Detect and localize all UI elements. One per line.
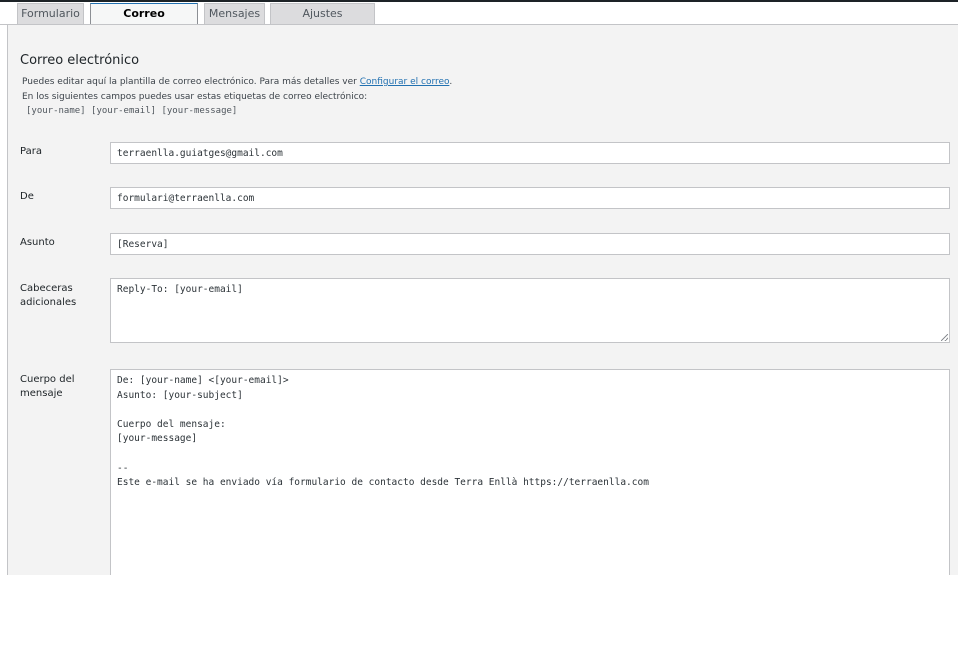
configure-mail-link[interactable]: Configurar el correo — [360, 77, 450, 87]
headers-wrapper: Reply-To: [your-email] — [110, 278, 950, 343]
subject-field[interactable] — [110, 233, 950, 255]
description-suffix: . — [449, 77, 453, 87]
body-textarea[interactable]: De: [your-name] <[your-email]> Asunto: [… — [110, 369, 950, 575]
headers-label: Cabeceras adicionales — [20, 283, 77, 308]
mail-tags: [your-name] [your-email] [your-message] — [26, 106, 238, 116]
resize-handle-icon[interactable] — [941, 334, 948, 341]
to-label: Para — [20, 146, 42, 157]
subject-label: Asunto — [20, 237, 55, 248]
tab-correo-electronico[interactable]: Correo electrónico — [90, 3, 198, 40]
tab-formulario[interactable]: Formulario — [17, 3, 84, 25]
to-field[interactable] — [110, 142, 950, 164]
tab-mensajes[interactable]: Mensajes — [204, 3, 265, 25]
mail-description: Puedes editar aquí la plantilla de corre… — [22, 77, 452, 87]
from-field[interactable] — [110, 187, 950, 209]
description-text: Puedes editar aquí la plantilla de corre… — [22, 77, 360, 87]
tab-bar: Formulario Correo electrónico Mensajes A… — [0, 2, 958, 40]
headers-textarea[interactable]: Reply-To: [your-email] — [110, 278, 950, 343]
mail-panel: Correo electrónico Puedes editar aquí la… — [7, 24, 958, 575]
section-title: Correo electrónico — [20, 53, 140, 68]
tab-ajustes-adicionales[interactable]: Ajustes adicionales — [270, 3, 375, 40]
body-label: Cuerpo del mensaje — [20, 374, 75, 399]
tags-intro: En los siguientes campos puedes usar est… — [22, 92, 368, 102]
from-label: De — [20, 191, 34, 202]
